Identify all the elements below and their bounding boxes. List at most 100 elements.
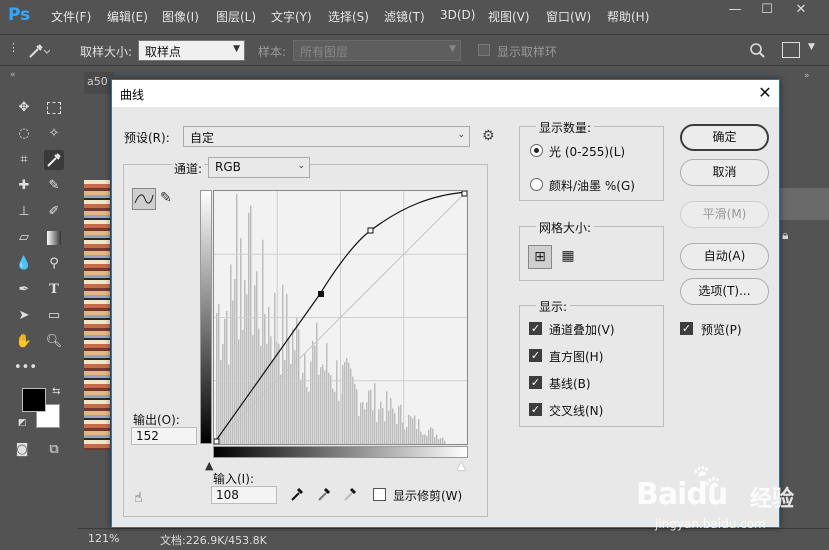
curve-point[interactable] (461, 190, 468, 197)
channel-overlay-checkbox[interactable]: ✓ (529, 322, 542, 335)
channel-overlay-label: 通道叠加(V) (549, 323, 615, 337)
white-slider-icon[interactable]: ▲ (457, 459, 465, 472)
close-window-icon[interactable]: ✕ (786, 0, 816, 22)
search-icon[interactable] (748, 41, 766, 59)
histogram-bar (416, 429, 418, 444)
output-field[interactable]: 152 (131, 427, 197, 445)
curve-graph[interactable] (213, 190, 468, 445)
gray-point-eyedropper-icon[interactable] (316, 485, 332, 506)
document-tab[interactable]: a50 (84, 72, 114, 94)
histogram-bar (348, 362, 350, 444)
on-image-adjust-icon[interactable]: ☝ (134, 490, 143, 506)
menu-item[interactable]: 文件(F) (51, 8, 91, 25)
dialog-title: 曲线 (120, 88, 145, 102)
menu-item[interactable]: 编辑(E) (107, 8, 148, 25)
zoom-level[interactable]: 121% (88, 532, 119, 545)
clone-stamp-icon[interactable]: ⊥ (14, 202, 34, 222)
white-point-eyedropper-icon[interactable] (342, 485, 358, 506)
eraser-tool-icon[interactable]: ▱ (14, 228, 34, 248)
light-radio-label: 光 (0-255)(L) (549, 145, 626, 159)
quick-mask-icon[interactable]: ◙ (12, 440, 32, 460)
menu-item[interactable]: 滤镜(T) (384, 8, 425, 25)
crop-tool-icon[interactable]: ⌗ (14, 150, 34, 170)
preview-checkbox[interactable]: ✓ (680, 322, 693, 335)
histogram-checkbox[interactable]: ✓ (529, 349, 542, 362)
show-clipping-checkbox[interactable] (373, 488, 386, 501)
menu-item[interactable]: 3D(D) (440, 8, 475, 22)
input-field[interactable]: 108 (211, 486, 277, 504)
history-brush-icon[interactable]: ✐ (44, 202, 64, 222)
dodge-tool-icon[interactable]: ⚲ (44, 254, 64, 274)
light-radio[interactable] (530, 144, 543, 157)
menu-item[interactable]: 图像(I) (162, 8, 199, 25)
swap-colors-icon[interactable]: ⇆ (52, 386, 60, 397)
marquee-tool-icon[interactable] (44, 98, 64, 118)
more-tools-icon[interactable]: ••• (14, 358, 37, 378)
eyedropper-icon[interactable] (44, 150, 64, 170)
workspace-icon[interactable] (782, 42, 800, 58)
preset-dropdown[interactable]: 自定 ⌄ (183, 126, 470, 147)
black-point-eyedropper-icon[interactable] (289, 485, 305, 507)
menu-item[interactable]: 视图(V) (488, 8, 530, 25)
move-tool-icon[interactable]: ✥ (14, 98, 34, 118)
dialog-titlebar[interactable]: 曲线 ✕ (112, 80, 779, 107)
type-tool-icon[interactable]: T (44, 280, 64, 300)
menu-item[interactable]: 窗口(W) (546, 8, 591, 25)
document-info[interactable]: 文档:226.9K/453.8K (160, 532, 267, 548)
curve-point[interactable] (367, 227, 374, 234)
curve-canvas[interactable] (213, 190, 468, 445)
layer-row-selected[interactable] (778, 188, 829, 220)
chevron-down-icon[interactable]: ▼ (808, 42, 815, 52)
healing-brush-icon[interactable]: ✚ (14, 176, 34, 196)
lasso-tool-icon[interactable]: ◌ (14, 124, 34, 144)
channel-dropdown[interactable]: RGB ⌄ (208, 157, 310, 178)
curve-point-tool-icon[interactable] (132, 188, 156, 210)
histogram-bar (400, 404, 402, 444)
intersection-checkbox[interactable]: ✓ (529, 403, 542, 416)
gradient-tool-icon[interactable] (44, 228, 64, 248)
baseline-checkbox[interactable]: ✓ (529, 376, 542, 389)
collapse-icon[interactable]: « (10, 70, 16, 80)
maximize-icon[interactable]: ☐ (752, 0, 782, 22)
menu-item[interactable]: 文字(Y) (271, 8, 312, 25)
collapse-icon[interactable]: » (804, 71, 810, 81)
histogram-bar (362, 401, 364, 444)
menu-item[interactable]: 选择(S) (328, 8, 369, 25)
grid-10x10-icon[interactable]: ▦ (556, 245, 580, 269)
show-ring-checkbox[interactable] (478, 44, 490, 56)
grip-icon: ⋮ (8, 41, 19, 54)
curve-point[interactable] (213, 438, 220, 445)
sample-select[interactable]: 所有图层 ▼ (293, 40, 461, 61)
close-icon[interactable]: ✕ (752, 81, 778, 105)
sample-size-select[interactable]: 取样点 ▼ (138, 40, 245, 61)
magic-wand-icon[interactable]: ✧ (44, 124, 64, 144)
auto-button[interactable]: 自动(A) (680, 243, 769, 270)
menu-item[interactable]: 帮助(H) (607, 8, 649, 25)
grid-4x4-icon[interactable]: ⊞ (528, 245, 552, 269)
options-button[interactable]: 选项(T)... (680, 278, 769, 305)
screen-mode-icon[interactable]: ⧉ (44, 440, 64, 460)
pen-tool-icon[interactable]: ✒ (14, 280, 34, 300)
default-colors-icon[interactable]: ◩ (18, 418, 27, 428)
menu-item[interactable]: 图层(L) (216, 8, 256, 25)
brush-tool-icon[interactable]: ✎ (44, 176, 64, 196)
pigment-radio[interactable] (530, 178, 543, 191)
smooth-button[interactable]: 平滑(M) (680, 201, 769, 228)
path-selection-icon[interactable]: ➤ (14, 306, 34, 326)
hand-tool-icon[interactable]: ✋ (14, 332, 34, 352)
minimize-icon[interactable]: — (720, 0, 750, 22)
blur-tool-icon[interactable]: 💧 (14, 254, 34, 274)
histogram-bar (308, 391, 310, 444)
cancel-button[interactable]: 取消 (680, 159, 769, 186)
histogram-bar (338, 400, 340, 444)
foreground-color-front[interactable] (22, 388, 46, 412)
zoom-tool-icon[interactable]: 🔍︎ (44, 332, 64, 352)
gear-icon[interactable]: ⚙ (482, 128, 500, 146)
lock-icon: 🔒︎ (782, 228, 789, 242)
pencil-icon[interactable]: ✎ (160, 190, 176, 208)
eyedropper-tool-icon[interactable] (24, 40, 51, 62)
rectangle-tool-icon[interactable]: ▭ (44, 306, 64, 326)
ok-button[interactable]: 确定 (680, 124, 769, 151)
histogram-bar (238, 339, 240, 444)
curve-point-active[interactable] (318, 291, 324, 297)
